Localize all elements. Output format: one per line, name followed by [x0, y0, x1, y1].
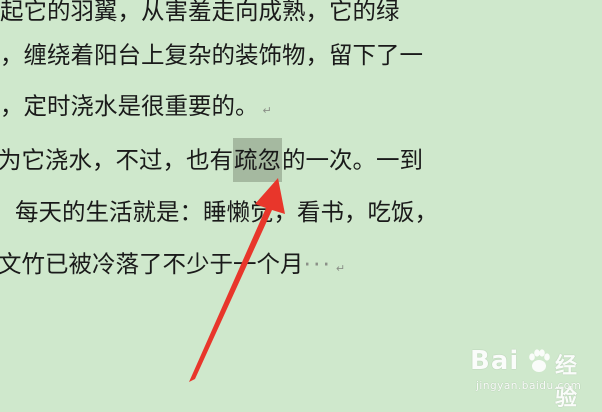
text-line-4-content: 为它浇水，不过，也有 [0, 146, 233, 174]
text-line-1: 起它的羽翼，从害羞走向成熟，它的绿 [0, 0, 400, 28]
ellipsis-text: ··· [303, 250, 332, 278]
watermark-site: jingyan.baidu.com [476, 380, 582, 392]
paragraph-mark-icon: ↵ [335, 262, 346, 275]
baidu-jingyan-watermark: Bai 经验 jingyan.baidu.com [470, 346, 590, 411]
text-line-5: 每天的生活就是：睡懒觉，看书，吃饭， [15, 195, 438, 229]
text-line-6: 文竹已被冷落了不少于一个月··· ↵ [0, 247, 345, 281]
watermark-brand: Bai [470, 346, 520, 376]
text-line-2-content: ，缠绕着阳台上复杂的装饰物，留下了一 [0, 41, 423, 69]
paw-icon [529, 349, 550, 372]
selected-text-highlight[interactable]: 疏忽 [233, 138, 282, 182]
text-line-1-content: 起它的羽翼，从害羞走向成熟，它的绿 [0, 0, 400, 25]
text-line-6-content: 文竹已被冷落了不少于一个月 [0, 250, 304, 278]
paragraph-mark-icon: ↵ [262, 104, 272, 117]
text-line-3: ，定时浇水是很重要的。 ↵ [0, 89, 272, 123]
text-line-5-content: 每天的生活就是：睡懒觉，看书，吃饭， [15, 198, 438, 226]
text-line-4-after: 的一次。一到 [282, 146, 423, 174]
text-line-3-content: ，定时浇水是很重要的。 [0, 92, 259, 120]
text-line-4: 为它浇水，不过，也有疏忽的一次。一到 [0, 138, 423, 182]
text-line-2: ，缠绕着阳台上复杂的装饰物，留下了一 [0, 38, 423, 72]
